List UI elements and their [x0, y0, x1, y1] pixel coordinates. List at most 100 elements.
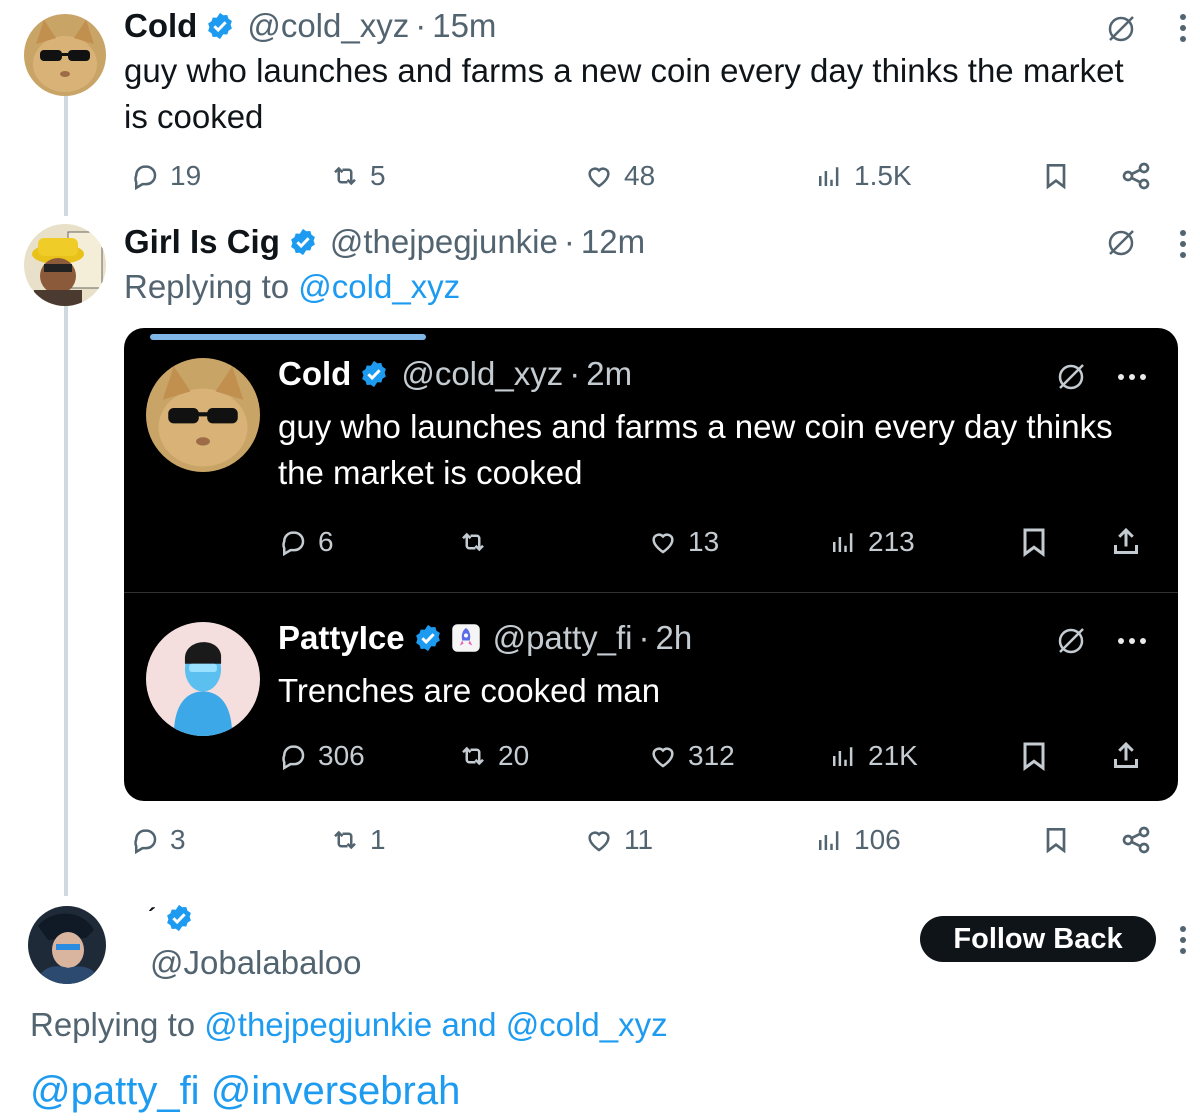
views-button[interactable]: 1.5K	[814, 156, 912, 196]
reply-count: 19	[170, 160, 202, 191]
reply-icon	[282, 531, 305, 557]
like-button[interactable]: 11	[584, 820, 653, 860]
follow-back-button[interactable]: Follow Back	[920, 916, 1156, 962]
views-button: 213	[828, 522, 915, 562]
cat-avatar-icon	[146, 358, 260, 472]
thread-line	[64, 96, 68, 216]
tweet-actions: 306 20 312 21K	[278, 736, 1158, 776]
repost-button[interactable]: 1	[330, 820, 386, 860]
verified-badge-icon	[362, 360, 387, 388]
grok-icon[interactable]	[1104, 226, 1138, 260]
share-icon[interactable]	[1120, 160, 1152, 192]
author-line: ´	[148, 898, 194, 938]
tweet-text: guy who launches and farms a new coin ev…	[278, 408, 1113, 491]
views-button[interactable]: 106	[814, 820, 901, 860]
author-name[interactable]: Cold	[124, 6, 197, 46]
grok-icon[interactable]	[1104, 12, 1138, 46]
replying-to: Replying to @thejpegjunkie and @cold_xyz	[30, 1006, 668, 1044]
replying-to: Replying to @cold_xyz	[124, 268, 460, 306]
reply-button: 306	[278, 736, 365, 776]
grok-icon	[1058, 364, 1084, 390]
share-icon[interactable]	[1120, 824, 1152, 856]
views-button: 21K	[828, 736, 918, 776]
author-name[interactable]: Girl Is Cig	[124, 222, 280, 262]
heart-icon	[652, 533, 674, 554]
repost-button	[458, 522, 498, 562]
reply-count: 3	[170, 824, 186, 855]
author-name[interactable]: ´	[148, 898, 156, 938]
verified-badge-icon	[167, 904, 191, 932]
views-icon	[819, 167, 839, 186]
author-name: Cold	[278, 355, 352, 392]
more-options-icon[interactable]	[1178, 14, 1188, 42]
views-icon	[819, 831, 839, 850]
reply-icon	[134, 165, 157, 191]
anime-avatar-icon	[28, 906, 106, 984]
more-options-icon[interactable]	[1178, 926, 1188, 954]
divider	[124, 592, 1178, 593]
tweet-text: Trenches are cooked man	[278, 672, 661, 709]
avatar[interactable]	[24, 14, 106, 96]
like-button: 13	[648, 522, 719, 562]
repost-icon	[334, 830, 356, 850]
embedded-media-card[interactable]: Cold @cold_xyz · 2m guy who launches and…	[124, 328, 1178, 801]
tweet-text: guy who launches and farms a new coin ev…	[124, 52, 1124, 135]
author-line: PattyIce @patty_fi · 2h	[278, 618, 692, 658]
blue-figure-avatar-icon	[146, 622, 260, 736]
like-count: 13	[688, 526, 720, 557]
author-line: Girl Is Cig @thejpegjunkie · 12m	[124, 222, 645, 262]
reply-button: 6	[278, 522, 334, 562]
replying-prefix: Replying to	[124, 268, 290, 305]
bookmark-icon	[1023, 528, 1045, 557]
like-button: 312	[648, 736, 735, 776]
heart-icon	[588, 167, 610, 188]
replying-user-link[interactable]: @cold_xyz	[298, 268, 460, 305]
heart-icon	[652, 747, 674, 768]
thread-line	[64, 306, 68, 896]
verified-badge-icon	[291, 228, 315, 256]
like-button[interactable]: 48	[584, 156, 655, 196]
replying-user-link[interactable]: @cold_xyz	[506, 1006, 668, 1043]
author-handle[interactable]: @Jobalabaloo	[150, 944, 362, 982]
views-count: 21K	[868, 740, 918, 771]
cartoon-avatar-icon	[24, 224, 106, 306]
tweet-actions: 19 5 48 1.5K	[124, 156, 1164, 196]
avatar	[146, 358, 260, 472]
repost-count: 1	[370, 824, 386, 855]
separator-dot: ·	[569, 355, 581, 392]
like-count: 11	[624, 824, 654, 855]
author-handle: @cold_xyz	[401, 355, 564, 392]
timestamp[interactable]: 12m	[581, 222, 645, 262]
timestamp: 2h	[655, 619, 693, 656]
reply-icon	[134, 829, 157, 855]
repost-icon	[462, 532, 484, 552]
replying-and: and	[441, 1006, 497, 1043]
bookmark-icon	[1023, 742, 1045, 771]
cat-avatar-icon	[24, 14, 106, 96]
reply-count: 6	[318, 526, 334, 557]
upload-share-icon	[1114, 741, 1138, 768]
author-handle: @patty_fi	[492, 619, 633, 656]
author-handle[interactable]: @thejpegjunkie	[330, 222, 558, 262]
reply-icon	[282, 745, 305, 771]
verified-badge-icon	[208, 12, 233, 40]
separator-dot: ·	[415, 7, 427, 44]
avatar[interactable]	[28, 906, 106, 984]
more-options-icon[interactable]	[1178, 230, 1188, 258]
timestamp[interactable]: 15m	[432, 6, 496, 46]
bookmark-icon[interactable]	[1040, 824, 1072, 856]
mention-link[interactable]: @patty_fi	[30, 1069, 200, 1113]
heart-icon	[588, 831, 610, 852]
mention-link[interactable]: @inversebrah	[211, 1069, 461, 1113]
like-count: 48	[624, 160, 656, 191]
bookmark-icon[interactable]	[1040, 160, 1072, 192]
separator-dot: ·	[638, 619, 650, 656]
reply-button[interactable]: 3	[130, 820, 186, 860]
reply-button[interactable]: 19	[130, 156, 201, 196]
author-handle[interactable]: @cold_xyz	[247, 6, 409, 46]
avatar[interactable]	[24, 224, 106, 306]
repost-button[interactable]: 5	[330, 156, 386, 196]
affiliate-rocket-icon	[451, 624, 480, 652]
replying-user-link[interactable]: @thejpegjunkie	[204, 1006, 432, 1043]
grok-icon	[1058, 628, 1084, 654]
